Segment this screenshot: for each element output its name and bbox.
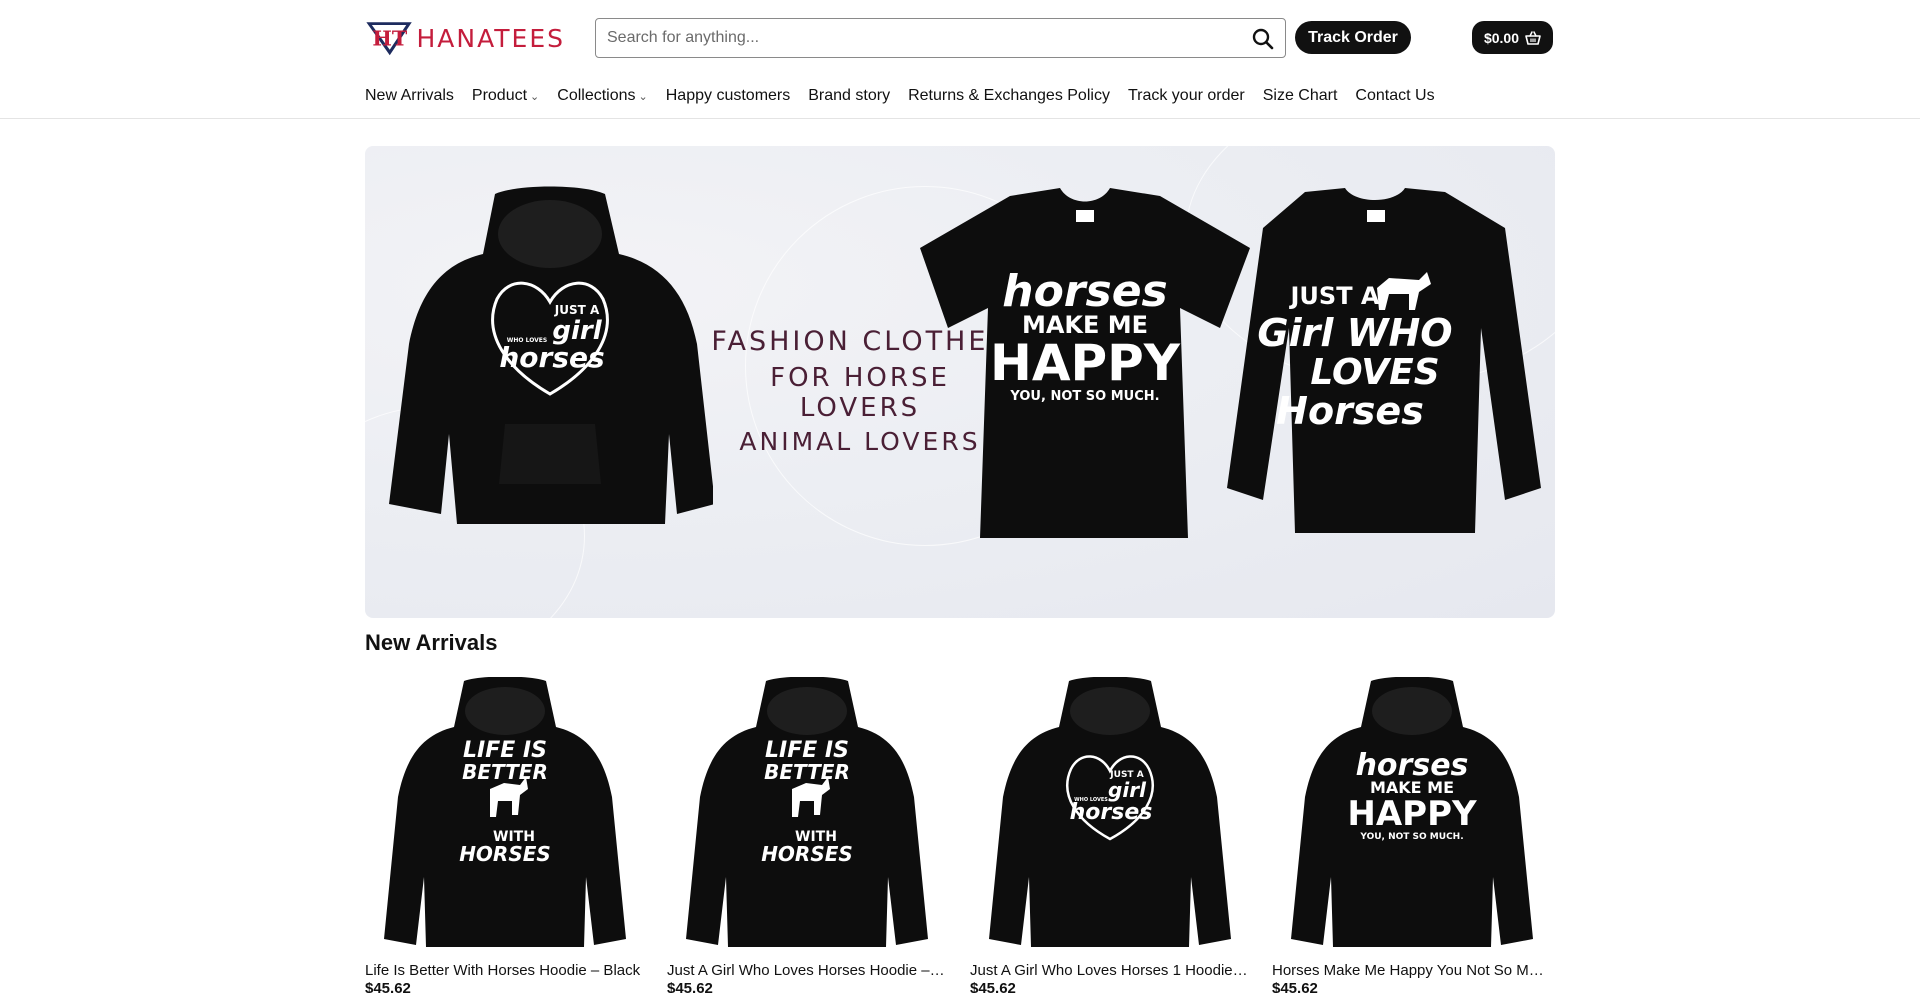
product-card[interactable]: JUST A girl WHO LOVES horses Just A Girl… [970, 668, 1250, 993]
product-print-line: HAPPY [1347, 794, 1477, 834]
logo-text: HANATEES [416, 23, 565, 53]
hoodie-thumbnail: LIFE IS BETTER WITH HORSES [686, 677, 928, 947]
product-title[interactable]: Just A Girl Who Loves Horses 1 Hoodie – … [970, 962, 1250, 979]
nav-item-new-arrivals[interactable]: New Arrivals [365, 87, 454, 105]
site-logo[interactable]: HT HANATEES [365, 11, 565, 65]
product-print-line: YOU, NOT SO MUCH. [1359, 832, 1463, 842]
tshirt-print-line: HAPPY [990, 334, 1181, 392]
product-card[interactable]: LIFE IS BETTER WITH HORSES Life Is Bette… [365, 668, 645, 993]
sweatshirt-image: JUST A Girl WHO LOVES Horses [1227, 188, 1541, 533]
product-title[interactable]: Just A Girl Who Loves Horses Hoodie – Bl… [667, 962, 947, 979]
product-print-line: HORSES [761, 842, 853, 866]
nav-label: Product [471, 87, 528, 104]
chevron-down-icon: ⌄ [638, 90, 648, 103]
nav-label: Contact Us [1355, 87, 1435, 104]
product-title[interactable]: Horses Make Me Happy You Not So Much Hoo… [1272, 962, 1552, 979]
product-print-line: HORSES [459, 842, 551, 866]
nav-label: Collections [557, 87, 636, 104]
product-print-line: girl [1108, 778, 1147, 802]
search-input[interactable] [596, 19, 1216, 57]
cart-button[interactable]: $0.00 [1472, 21, 1553, 54]
product-print-line: BETTER [462, 760, 548, 784]
sweatshirt-print-line: Girl WHO [1257, 311, 1452, 355]
cart-total: $0.00 [1483, 29, 1520, 46]
tshirt-print-line: horses [1002, 266, 1167, 317]
search-box [595, 18, 1286, 58]
hoodie-thumbnail: JUST A girl WHO LOVES horses [989, 677, 1231, 947]
product-price: $45.62 [667, 980, 713, 993]
chevron-down-icon: ⌄ [530, 90, 540, 103]
nav-label: Track your order [1127, 87, 1245, 104]
nav-item-track-your-order[interactable]: Track your order [1128, 87, 1245, 105]
site-header: HT HANATEES Track Order $0.00 New Arriva… [0, 0, 1920, 119]
nav-item-brand-story[interactable]: Brand story [808, 87, 890, 105]
product-image[interactable]: horses MAKE ME HAPPY YOU, NOT SO MUCH. [1272, 668, 1552, 958]
product-image[interactable]: LIFE IS BETTER WITH HORSES [667, 668, 947, 958]
nav-item-happy-customers[interactable]: Happy customers [666, 87, 791, 105]
nav-label: Size Chart [1262, 87, 1338, 104]
product-card[interactable]: LIFE IS BETTER WITH HORSES Just A Girl W… [667, 668, 947, 993]
nav-item-product[interactable]: Product ⌄ [472, 87, 539, 105]
product-title[interactable]: Life Is Better With Horses Hoodie – Blac… [365, 962, 645, 979]
product-image[interactable]: LIFE IS BETTER WITH HORSES [365, 668, 645, 958]
main-nav: New Arrivals Product ⌄ Collections ⌄ Happy… [365, 84, 1453, 108]
track-order-button[interactable]: Track Order [1295, 21, 1411, 54]
nav-item-collections[interactable]: Collections ⌄ [557, 87, 647, 105]
nav-label: Returns & Exchanges Policy [908, 87, 1110, 104]
hoodie-print-line: JUST A [554, 303, 600, 317]
sweatshirt-print-line: Horses [1276, 389, 1424, 433]
product-price: $45.62 [365, 980, 411, 993]
section-title-new-arrivals: New Arrivals [365, 630, 498, 655]
sweatshirt-print-line: LOVES [1310, 352, 1439, 393]
nav-label: Happy customers [665, 87, 791, 104]
product-price: $45.62 [970, 980, 1016, 993]
nav-label: Brand story [808, 87, 891, 104]
nav-label: New Arrivals [365, 87, 454, 104]
tshirt-image: horses MAKE ME HAPPY YOU, NOT SO MUCH. [920, 188, 1250, 538]
hoodie-thumbnail: LIFE IS BETTER WITH HORSES [384, 677, 626, 947]
tshirt-print-line: YOU, NOT SO MUCH. [1009, 389, 1159, 404]
product-card[interactable]: horses MAKE ME HAPPY YOU, NOT SO MUCH. H… [1272, 668, 1552, 993]
product-print-line: BETTER [764, 760, 850, 784]
nav-item-contact-us[interactable]: Contact Us [1355, 87, 1434, 105]
hoodie-print-line: horses [499, 341, 604, 374]
product-image[interactable]: JUST A girl WHO LOVES horses [970, 668, 1250, 958]
nav-item-size-chart[interactable]: Size Chart [1263, 87, 1338, 105]
hoodie-thumbnail: horses MAKE ME HAPPY YOU, NOT SO MUCH. [1291, 677, 1533, 947]
product-price: $45.62 [1272, 980, 1318, 993]
search-button[interactable] [1249, 25, 1277, 53]
sweatshirt-print-line: JUST A [1288, 282, 1379, 310]
logo-mark-icon: HT [366, 22, 412, 56]
search-icon [1252, 28, 1274, 50]
product-print-line: horses [1070, 800, 1153, 825]
hero-banner[interactable]: JUST A girl WHO LOVES horses FASHION CLO… [365, 146, 1555, 618]
basket-icon [1525, 30, 1541, 45]
nav-item-returns-policy[interactable]: Returns & Exchanges Policy [908, 87, 1110, 105]
hoodie-image: JUST A girl WHO LOVES horses [389, 186, 713, 524]
logo-monogram: HT [372, 27, 407, 51]
